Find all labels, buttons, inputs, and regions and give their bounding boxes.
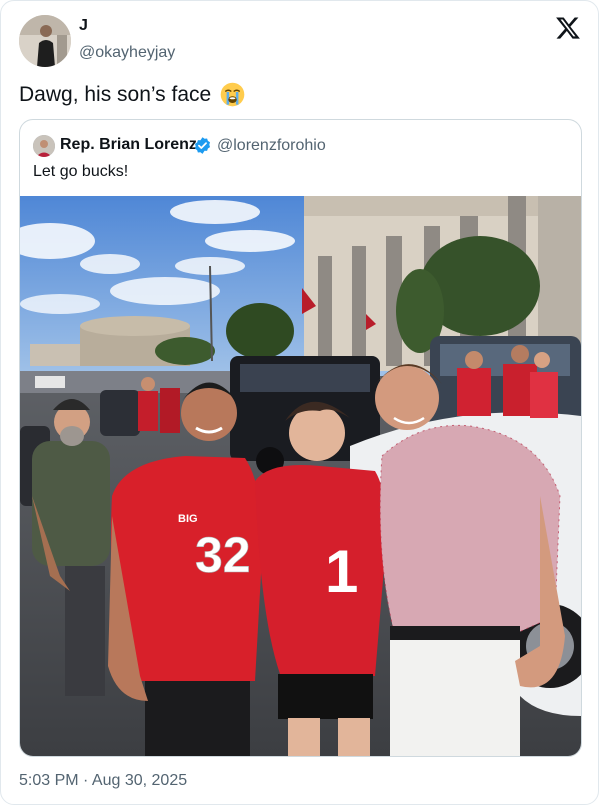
quoted-tweet[interactable]: Rep. Brian Lorenz @lorenzforohio Let go … bbox=[19, 119, 582, 757]
jersey-number-32: 32 bbox=[195, 527, 251, 583]
loudly-crying-face-icon bbox=[220, 82, 245, 107]
tweet-card: J @okayheyjay Dawg, his son’s face Rep. … bbox=[0, 0, 599, 805]
tweet-timestamp[interactable]: 5:03 PM · Aug 30, 2025 bbox=[19, 772, 187, 790]
tweet-text: Dawg, his son’s face bbox=[19, 81, 246, 108]
verified-badge-icon bbox=[194, 137, 211, 154]
quoted-author-handle[interactable]: @lorenzforohio bbox=[217, 137, 326, 155]
author-handle[interactable]: @okayheyjay bbox=[79, 44, 175, 62]
author-avatar[interactable] bbox=[19, 15, 71, 67]
quoted-author-name[interactable]: Rep. Brian Lorenz bbox=[60, 136, 197, 154]
quoted-tweet-text: Let go bucks! bbox=[33, 163, 129, 180]
tweet-body: Dawg, his son’s face bbox=[19, 82, 212, 106]
x-logo-icon[interactable] bbox=[555, 15, 581, 41]
jersey-logo: BIG bbox=[178, 513, 198, 525]
author-display-name[interactable]: J bbox=[79, 17, 88, 35]
quoted-photo[interactable]: 32 BIG 1 bbox=[20, 196, 581, 756]
quoted-author-avatar[interactable] bbox=[33, 135, 55, 157]
jersey-number-1: 1 bbox=[325, 538, 358, 605]
